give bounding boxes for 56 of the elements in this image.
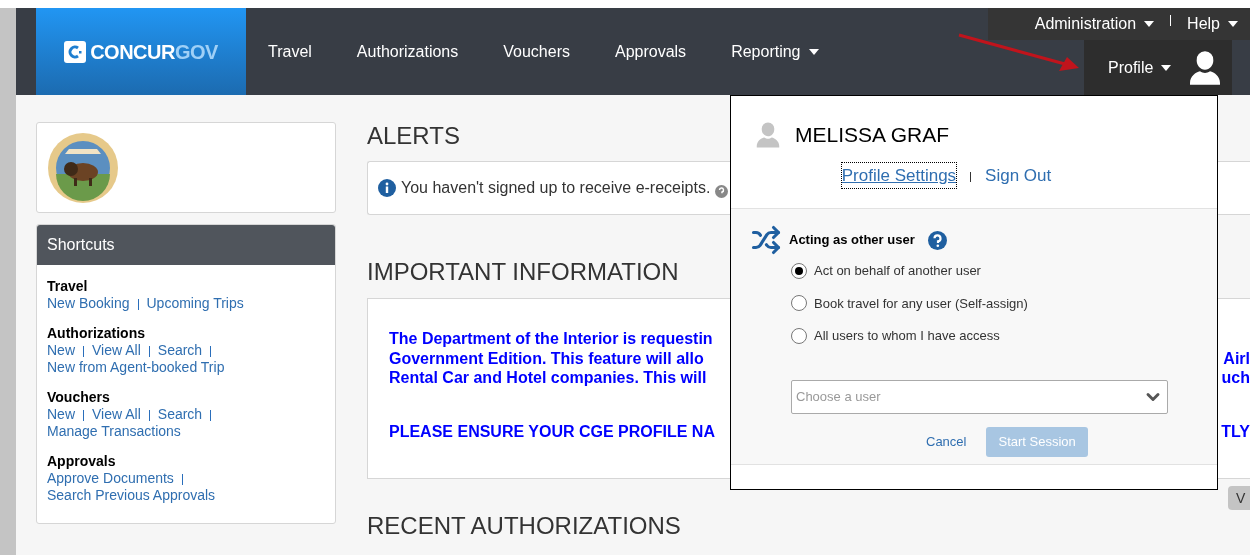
shortcut-link[interactable]: View All <box>92 406 141 422</box>
shortcut-link[interactable]: Search <box>157 342 203 358</box>
shortcut-link[interactable]: Upcoming Trips <box>146 295 244 311</box>
radio-option[interactable]: Book travel for any user (Self-assign) <box>791 293 1217 313</box>
user-select[interactable]: Choose a user <box>791 379 1168 414</box>
shortcut-group-title: Approvals <box>47 453 117 470</box>
shortcuts-header: Shortcuts <box>37 225 335 265</box>
shortcut-link[interactable]: New from Agent-booked Trip <box>47 359 225 375</box>
nav-link[interactable]: Authorizations <box>356 39 459 64</box>
profile-link[interactable]: Sign Out <box>985 162 1052 188</box>
alert-message: You haven't signed up to receive e-receipts. <box>401 178 711 198</box>
side-button[interactable]: V <box>1228 486 1250 510</box>
nav-link[interactable]: Vouchers <box>503 39 570 64</box>
shortcut-group-title: Authorizations <box>47 325 146 342</box>
information-text: Airl <box>1223 348 1250 368</box>
profile-link[interactable]: Profile Settings <box>841 162 957 188</box>
top-menu-link[interactable]: Help <box>1187 12 1238 36</box>
shortcut-link[interactable]: New Booking <box>47 295 130 311</box>
top-menu-link[interactable]: Administration <box>1034 12 1155 36</box>
information-text: Government Edition. This feature will allo <box>389 348 704 368</box>
nav-link[interactable]: Reporting <box>731 39 819 64</box>
user-name: MELISSA GRAF <box>795 122 950 148</box>
radio-button[interactable] <box>791 262 807 279</box>
shuffle-icon <box>751 225 781 255</box>
section-title: Acting as other user <box>789 231 915 250</box>
section-heading: ALERTS <box>367 122 460 150</box>
radio-button[interactable] <box>791 295 807 312</box>
profile-menu-button[interactable]: Profile <box>1084 40 1232 95</box>
help-icon <box>927 230 947 250</box>
information-text: uch <box>1221 368 1250 388</box>
shortcut-link[interactable]: New <box>47 406 75 422</box>
shortcut-link[interactable]: Approve Documents <box>47 470 174 486</box>
shortcut-link[interactable]: New <box>47 342 75 358</box>
help-icon <box>715 184 729 198</box>
radio-option[interactable]: Act on behalf of another user <box>791 261 1217 281</box>
cancel-link[interactable]: Cancel <box>926 431 967 452</box>
section-heading: RECENT AUTHORIZATIONS <box>367 512 681 540</box>
shortcut-link[interactable]: Manage Transactions <box>47 423 181 439</box>
shortcut-link[interactable]: View All <box>92 342 141 358</box>
shortcut-group-title: Vouchers <box>47 389 111 406</box>
information-text: The Department of the Interior is requestin <box>389 329 713 349</box>
information-text: Rental Car and Hotel companies. This will <box>389 368 707 388</box>
logo-icon <box>64 40 87 63</box>
nav-link[interactable]: Travel <box>268 39 312 64</box>
info-icon <box>378 179 396 197</box>
information-text: PLEASE ENSURE YOUR CGE PROFILE NA <box>389 421 715 441</box>
shortcut-group-title: Travel <box>47 278 89 295</box>
nav-link[interactable]: Approvals <box>614 39 687 64</box>
shortcut-link[interactable]: Search Previous Approvals <box>47 487 216 503</box>
radio-button[interactable] <box>791 327 807 344</box>
information-text: TLY <box>1221 421 1250 441</box>
radio-option[interactable]: All users to whom I have access <box>791 326 1217 346</box>
section-heading: IMPORTANT INFORMATION <box>367 258 679 286</box>
shortcut-link[interactable]: Search <box>157 406 203 422</box>
logo-text: CONCURGOV <box>90 39 218 65</box>
logo[interactable]: CONCURGOV <box>36 8 246 95</box>
